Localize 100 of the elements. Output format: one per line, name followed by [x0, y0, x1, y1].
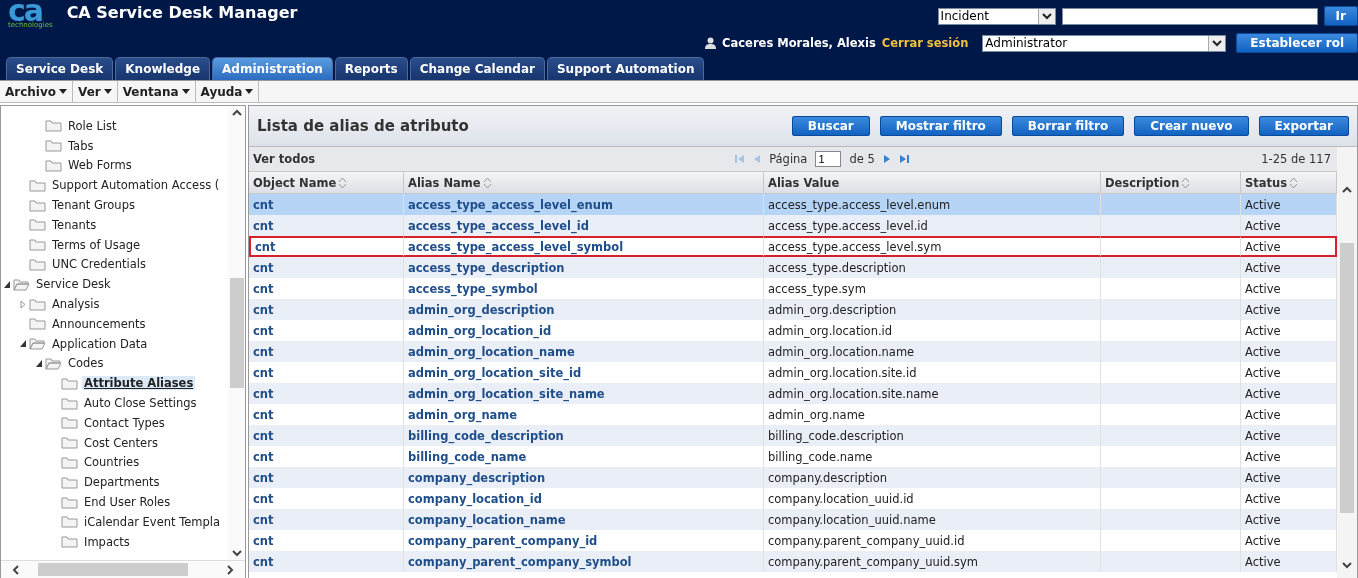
show-all-link[interactable]: Ver todos	[253, 152, 316, 166]
tree-item[interactable]: End User Roles	[82, 495, 173, 510]
table-cell: Active	[1241, 257, 1337, 278]
table-link[interactable]: cnt	[249, 194, 404, 215]
scrollbar-thumb[interactable]	[1340, 242, 1354, 513]
last-page-icon[interactable]	[898, 154, 909, 164]
nav-tab[interactable]: Change Calendar	[409, 57, 545, 80]
column-header[interactable]: Object Name	[249, 172, 404, 194]
table-link[interactable]: billing_code_description	[404, 425, 764, 446]
table-link[interactable]: admin_org_location_name	[404, 341, 764, 362]
nav-tab[interactable]: Reports	[334, 57, 408, 80]
tree-item[interactable]: Support Automation Access (	[50, 178, 222, 193]
tree-item[interactable]: Countries	[82, 455, 142, 470]
action-button[interactable]: Buscar	[791, 116, 870, 136]
sort-icon[interactable]	[1289, 176, 1299, 189]
nav-tab[interactable]: Support Automation	[546, 57, 705, 80]
sort-icon[interactable]	[338, 176, 348, 189]
go-button[interactable]: Ir	[1323, 6, 1358, 26]
action-button[interactable]: Borrar filtro	[1011, 116, 1125, 136]
table-link[interactable]: cnt	[249, 467, 404, 488]
tree-item[interactable]: Terms of Usage	[50, 237, 143, 252]
folder-icon	[61, 475, 78, 489]
table-link[interactable]: company_description	[404, 467, 764, 488]
table-link[interactable]: cnt	[249, 299, 404, 320]
table-link[interactable]: cnt	[249, 425, 404, 446]
column-header[interactable]: Status	[1241, 172, 1337, 194]
table-cell: access_type.access_level.sym	[764, 236, 1101, 257]
table-cell: admin_org.location.site.name	[764, 383, 1101, 404]
page-field[interactable]: 1	[815, 151, 842, 167]
tree-item[interactable]: Role List	[66, 118, 119, 133]
table-link[interactable]: cnt	[249, 509, 404, 530]
expanded-icon[interactable]	[3, 279, 11, 289]
scrollbar[interactable]	[1, 560, 245, 578]
tree-item[interactable]: Codes	[66, 356, 106, 371]
sort-icon[interactable]	[1181, 176, 1191, 189]
nav-tab[interactable]: Service Desk	[6, 57, 114, 80]
action-button[interactable]: Crear nuevo	[1134, 116, 1249, 136]
scrollbar[interactable]	[228, 106, 245, 560]
tree-item[interactable]: Announcements	[50, 316, 148, 331]
folder-icon	[45, 159, 62, 172]
sort-icon[interactable]	[482, 176, 492, 189]
table-link[interactable]: company_parent_company_symbol	[404, 551, 764, 572]
column-header[interactable]: Alias Name	[404, 172, 764, 194]
logout-link[interactable]: Cerrar sesión	[881, 36, 969, 50]
tree-item[interactable]: Tenants	[50, 217, 99, 232]
table-link[interactable]: cnt	[249, 236, 404, 257]
tree-item[interactable]: Analysis	[50, 297, 102, 312]
search-type-select[interactable]: Incident	[937, 7, 1056, 25]
table-link[interactable]: access_type_access_level_id	[404, 215, 764, 236]
action-button[interactable]: Mostrar filtro	[879, 116, 1002, 136]
folder-icon	[61, 416, 78, 430]
dropdown-arrow-icon	[245, 89, 254, 94]
table-link[interactable]: access_type_access_level_enum	[404, 194, 764, 215]
nav-tab[interactable]: Administration	[212, 57, 333, 80]
tree-item[interactable]: Impacts	[82, 534, 132, 549]
table-link[interactable]: cnt	[249, 383, 404, 404]
table-link[interactable]: admin_org_location_site_name	[404, 383, 764, 404]
table-link[interactable]: access_type_access_level_symbol	[404, 236, 764, 257]
scrollbar[interactable]	[1337, 147, 1357, 578]
menu-item[interactable]: Archivo	[0, 81, 74, 102]
tree-item[interactable]: Service Desk	[34, 277, 113, 292]
next-page-icon[interactable]	[882, 154, 891, 164]
table-cell: admin_org.description	[764, 299, 1101, 320]
table-link[interactable]: admin_org_description	[404, 299, 764, 320]
tree-item[interactable]: Attribute Aliases	[82, 376, 196, 391]
table-link[interactable]: cnt	[249, 215, 404, 236]
action-button[interactable]: Exportar	[1258, 116, 1349, 136]
nav-tab[interactable]: Knowledge	[115, 57, 211, 80]
table-link[interactable]: company_location_name	[404, 509, 764, 530]
tree-item[interactable]: Tabs	[66, 138, 96, 153]
column-header[interactable]: Description	[1101, 172, 1241, 194]
tree-item[interactable]: Contact Types	[82, 415, 167, 430]
tree-item[interactable]: Web Forms	[66, 158, 134, 173]
menu-item[interactable]: Ventana	[117, 81, 196, 102]
tree-item[interactable]: Cost Centers	[82, 435, 160, 450]
table-cell: Active	[1241, 299, 1337, 320]
column-header[interactable]: Alias Value	[764, 172, 1101, 194]
folder-icon	[29, 297, 46, 311]
tree-item[interactable]: iCalendar Event Templa	[82, 514, 223, 529]
table-link[interactable]: cnt	[249, 341, 404, 362]
tree-item[interactable]: Auto Close Settings	[82, 396, 199, 411]
scrollbar-thumb[interactable]	[38, 563, 188, 576]
tree-item[interactable]: UNC Credentials	[50, 257, 148, 272]
menu-item[interactable]: Ver	[73, 81, 118, 102]
menu-item[interactable]: Ayuda	[195, 81, 260, 102]
table-link[interactable]: access_type_description	[404, 257, 764, 278]
expanded-icon[interactable]	[19, 339, 27, 349]
tree-item[interactable]: Departments	[82, 475, 162, 490]
tree-item[interactable]: Application Data	[50, 336, 150, 351]
search-field[interactable]	[1061, 7, 1318, 25]
page-total: de 5	[849, 152, 875, 166]
expanded-icon[interactable]	[35, 358, 43, 368]
scrollbar-thumb[interactable]	[229, 278, 244, 388]
collapsed-icon[interactable]	[19, 299, 27, 309]
table-link[interactable]: cnt	[249, 257, 404, 278]
set-role-button[interactable]: Establecer rol	[1236, 33, 1358, 53]
tree-item[interactable]: Tenant Groups	[50, 198, 137, 213]
table-cell: billing_code.description	[764, 425, 1101, 446]
table-link[interactable]: cnt	[249, 551, 404, 572]
role-select[interactable]: Administrator	[982, 34, 1227, 52]
